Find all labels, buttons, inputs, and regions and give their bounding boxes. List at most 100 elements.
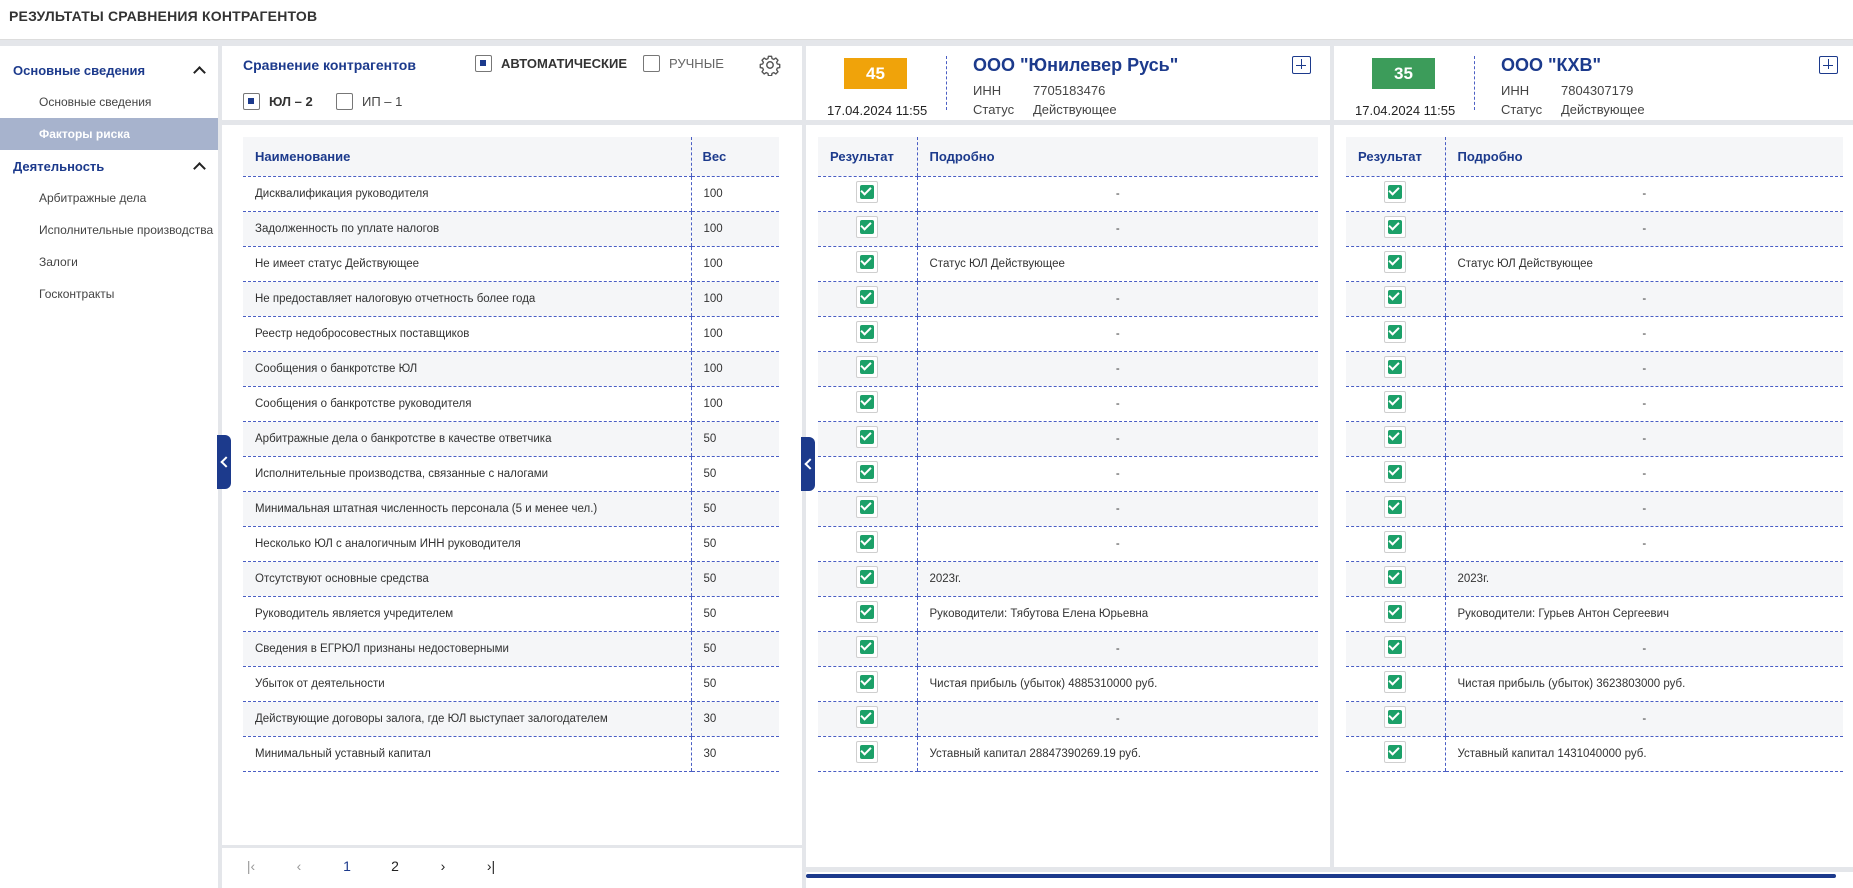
company-date: 17.04.2024 11:55	[1355, 103, 1456, 118]
prev-page-icon[interactable]: ‹	[275, 858, 323, 874]
result-cell	[818, 561, 917, 597]
inn-label: ИНН	[973, 83, 1002, 98]
ip-filter-label: ИП – 1	[362, 94, 403, 109]
table-row: Чистая прибыль (убыток) 3623803000 руб.	[1346, 666, 1843, 702]
divider	[1474, 56, 1475, 110]
result-details: -	[1444, 316, 1843, 352]
company-card-1: 45 17.04.2024 11:55 ООО "Юнилевер Русь" …	[806, 46, 1330, 120]
column-header-weight: Вес	[690, 137, 779, 177]
table-row: Действующие договоры залога, где ЮЛ выст…	[243, 701, 779, 737]
checkbox[interactable]	[336, 93, 353, 110]
table-row: Чистая прибыль (убыток) 4885310000 руб.	[818, 666, 1318, 702]
factor-name: Действующие договоры залога, где ЮЛ выст…	[243, 701, 691, 737]
checkbox[interactable]	[643, 55, 660, 72]
score-badge: 35	[1372, 58, 1435, 89]
check-icon	[856, 636, 879, 658]
horizontal-scrollbar-thumb[interactable]	[806, 874, 1836, 878]
chevron-up-icon[interactable]	[193, 162, 206, 175]
result-cell	[818, 281, 917, 317]
table-row: -	[1346, 701, 1843, 737]
compare-layout-icon[interactable]	[1819, 56, 1838, 74]
factor-name: Отсутствуют основные средства	[243, 561, 691, 597]
sidebar-item-risk-factors[interactable]: Факторы риска	[0, 118, 218, 150]
result-cell	[1346, 666, 1445, 702]
table-row: -	[1346, 351, 1843, 387]
sidebar-item-contracts[interactable]: Госконтракты	[0, 278, 218, 310]
score-badge: 45	[844, 58, 907, 89]
factor-name: Сведения в ЕГРЮЛ признаны недостоверными	[243, 631, 691, 667]
result-cell	[1346, 491, 1445, 527]
sidebar-item-arbitration[interactable]: Арбитражные дела	[0, 182, 218, 214]
last-page-icon[interactable]: ›|	[467, 858, 515, 874]
company-card-2: 35 17.04.2024 11:55 ООО "КХВ" ИНН 780430…	[1334, 46, 1853, 120]
result-cell	[818, 456, 917, 492]
table-row: Не имеет статус Действующее 100	[243, 246, 779, 282]
sidebar-item-label: Основные сведения	[39, 95, 152, 109]
gear-icon[interactable]	[759, 54, 781, 77]
check-icon	[1384, 216, 1407, 238]
check-icon	[856, 286, 879, 308]
first-page-icon[interactable]: |‹	[227, 858, 275, 874]
result-details: -	[1444, 631, 1843, 667]
auto-mode-checkbox[interactable]: АВТОМАТИЧЕСКИЕ	[475, 55, 627, 72]
result-cell	[818, 666, 917, 702]
check-icon	[856, 426, 879, 448]
table-row: Статус ЮЛ Действующее	[1346, 246, 1843, 282]
factor-name: Арбитражные дела о банкротстве в качеств…	[243, 421, 691, 457]
factor-name: Задолженность по уплате налогов	[243, 211, 691, 247]
compare-layout-icon[interactable]	[1292, 56, 1311, 74]
page-1[interactable]: 1	[323, 858, 371, 874]
status-label: Статус	[973, 102, 1015, 117]
next-page-icon[interactable]: ›	[419, 858, 467, 874]
ul-filter-checkbox[interactable]: ЮЛ – 2	[243, 93, 313, 110]
table-row: -	[1346, 176, 1843, 212]
result-cell	[1346, 561, 1445, 597]
column-header-name: Наименование	[243, 137, 691, 177]
factor-weight: 50	[690, 561, 779, 597]
sidebar-group-basic[interactable]: Основные сведения	[0, 54, 218, 86]
check-icon	[1384, 356, 1407, 378]
result-cell	[818, 596, 917, 632]
chevron-left-icon	[803, 458, 816, 470]
sidebar-item-enforcement[interactable]: Исполнительные производства	[0, 214, 218, 246]
sidebar: Основные сведения Основные сведения Факт…	[0, 46, 218, 888]
sidebar-collapse-handle[interactable]	[217, 435, 232, 489]
result-details: -	[916, 351, 1318, 387]
table-row: 2023г.	[818, 561, 1318, 597]
chevron-up-icon[interactable]	[193, 66, 206, 79]
factor-weight: 100	[690, 316, 779, 352]
result-cell	[818, 176, 917, 212]
table-row: Руководители: Тябутова Елена Юрьевна	[818, 596, 1318, 632]
top-bar: РЕЗУЛЬТАТЫ СРАВНЕНИЯ КОНТРАГЕНТОВ	[0, 0, 1853, 40]
page-2[interactable]: 2	[371, 858, 419, 874]
checkbox[interactable]	[243, 93, 260, 110]
factor-weight: 50	[690, 631, 779, 667]
ip-filter-checkbox[interactable]: ИП – 1	[336, 93, 402, 110]
result-details: Уставный капитал 1431040000 руб.	[1444, 736, 1843, 772]
result-details: -	[916, 526, 1318, 562]
results-table: Результат Подробно - - Статус ЮЛ Действующ…	[1346, 137, 1843, 772]
company-status: Статус Действующее	[973, 102, 1117, 117]
factor-name: Минимальная штатная численность персонал…	[243, 491, 691, 527]
table-row: -	[1346, 421, 1843, 457]
factor-weight: 50	[690, 526, 779, 562]
check-icon	[1384, 741, 1407, 763]
sidebar-item-basic-info[interactable]: Основные сведения	[0, 86, 218, 118]
result-details: -	[1444, 526, 1843, 562]
sidebar-group-label: Основные сведения	[13, 62, 146, 78]
check-icon	[1384, 636, 1407, 658]
factor-name: Несколько ЮЛ с аналогичным ИНН руководит…	[243, 526, 691, 562]
checkbox[interactable]	[475, 55, 492, 72]
table-row: -	[818, 316, 1318, 352]
check-icon	[856, 496, 879, 518]
sidebar-item-pledges[interactable]: Залоги	[0, 246, 218, 278]
manual-mode-checkbox[interactable]: РУЧНЫЕ	[643, 55, 724, 72]
factor-weight: 50	[690, 456, 779, 492]
panel-collapse-handle[interactable]	[801, 437, 816, 491]
table-row: -	[1346, 211, 1843, 247]
table-row: Сообщения о банкротстве руководителя 100	[243, 386, 779, 422]
sidebar-group-activity[interactable]: Деятельность	[0, 150, 218, 182]
check-icon	[1384, 601, 1407, 623]
company-name[interactable]: ООО "Юнилевер Русь"	[973, 55, 1178, 76]
company-name[interactable]: ООО "КХВ"	[1501, 55, 1601, 76]
